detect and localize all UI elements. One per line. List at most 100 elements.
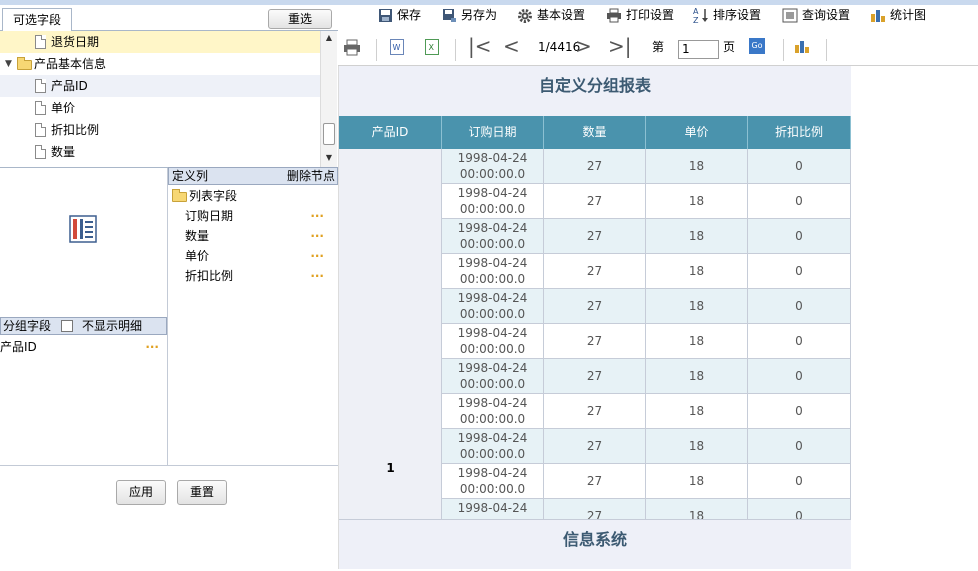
cell-discount: 0 (748, 394, 851, 429)
table-row: 1998-04-24 00:00:00.0 27 18 0 (442, 394, 851, 429)
go-button[interactable]: Go (749, 38, 765, 54)
tab-optional-fields[interactable]: 可选字段 (2, 8, 72, 32)
first-page-button[interactable]: |< (468, 31, 492, 63)
delete-node-button[interactable]: 删除节点 (287, 168, 335, 184)
print-settings-button[interactable]: 打印设置 (606, 5, 674, 27)
cell-order-date: 1998-04-24 00:00:00.0 (442, 464, 544, 499)
divider (783, 39, 784, 61)
scroll-thumb[interactable] (323, 123, 335, 145)
excel-icon: X (425, 39, 439, 55)
tree-item-return-date[interactable]: 退货日期 (0, 31, 320, 53)
report-table-body: 1 1998-04-24 00:00:00.0 27 18 0 1998-04-24 00:… (339, 149, 851, 519)
printer-icon (607, 8, 621, 23)
list-folder[interactable]: 列表字段 (168, 186, 338, 206)
divider (455, 39, 456, 61)
folder-open-icon (17, 57, 32, 70)
tree-item-discount[interactable]: 折扣比例 (0, 119, 320, 141)
hide-detail-label: 不显示明细 (82, 319, 143, 333)
cell-quantity: 27 (544, 254, 646, 289)
column-header-unit-price: 单价 (646, 116, 748, 149)
cell-order-date: 1998-04-24 00:00:00.0 (442, 219, 544, 254)
cell-discount: 0 (748, 254, 851, 289)
group-field-product-id[interactable]: 产品ID ··· (0, 338, 167, 356)
query-settings-button[interactable]: 查询设置 (782, 5, 850, 27)
column-field-unit-price[interactable]: 单价 ··· (168, 246, 338, 266)
page-label-suffix: 页 (723, 40, 736, 54)
column-field-order-date[interactable]: 订购日期 ··· (168, 206, 338, 226)
basic-settings-button[interactable]: 基本设置 (517, 5, 585, 27)
cell-unit-price: 18 (646, 149, 748, 184)
cell-quantity: 27 (544, 324, 646, 359)
scroll-down-arrow-icon[interactable]: ▼ (321, 153, 337, 162)
cell-unit-price: 18 (646, 184, 748, 219)
cell-quantity: 27 (544, 464, 646, 499)
cell-date-line: 1998-04-24 (457, 221, 528, 235)
export-word-button[interactable]: W (390, 31, 404, 63)
more-options-icon[interactable]: ··· (310, 226, 324, 246)
export-excel-button[interactable]: X (425, 31, 439, 63)
column-field-discount[interactable]: 折扣比例 ··· (168, 266, 338, 286)
folder-icon (172, 189, 187, 202)
table-row: 1998-04-24 00:00:00.0 27 18 0 (442, 219, 851, 254)
sort-settings-button[interactable]: A Z 排序设置 (693, 5, 761, 27)
bar-chart-icon (795, 41, 809, 53)
cell-quantity: 27 (544, 429, 646, 464)
cell-date-line: 1998-04-24 (457, 361, 528, 375)
document-icon (35, 35, 46, 49)
tree-item-label: 数量 (51, 145, 76, 159)
cell-time-line: 00:00:00.0 (459, 167, 526, 181)
table-row: 1998-04-24 00:00:00.0 27 18 0 (442, 464, 851, 499)
cell-time-line: 00:00:00.0 (459, 342, 526, 356)
report-designer-window: 可选字段 重选 退货日期 ▼ 产品基本信息 产品ID 单价 折扣比例 数量 ▲ … (0, 0, 978, 571)
tree-item-product-id[interactable]: 产品ID (0, 75, 320, 97)
tree-item-unit-price[interactable]: 单价 (0, 97, 320, 119)
expand-arrow-icon[interactable]: ▼ (5, 53, 12, 75)
cell-discount: 0 (748, 149, 851, 184)
table-row: 1998-04-24 00:00:00.0 27 18 0 (442, 324, 851, 359)
cell-unit-price: 18 (646, 394, 748, 429)
divider (376, 39, 377, 61)
column-field-quantity[interactable]: 数量 ··· (168, 226, 338, 246)
cell-date-line: 1998-04-24 (457, 326, 528, 340)
apply-button[interactable]: 应用 (116, 480, 166, 505)
tree-item-label: 折扣比例 (51, 123, 100, 137)
save-as-button[interactable]: 另存为 (442, 5, 497, 27)
cell-date-line: 1998-04-24 (457, 501, 528, 515)
next-page-button[interactable]: > (575, 31, 592, 63)
svg-text:W: W (393, 43, 401, 52)
statistics-chart-button[interactable]: 统计图 (870, 5, 926, 27)
sort-az-icon: AZ (693, 7, 708, 24)
tree-folder-product-info[interactable]: ▼ 产品基本信息 (0, 53, 320, 75)
svg-text:X: X (429, 43, 435, 52)
tree-item-label: 产品基本信息 (34, 57, 107, 71)
cell-quantity: 27 (544, 359, 646, 394)
page-number-input[interactable]: 1 (678, 40, 719, 59)
prev-page-button[interactable]: < (503, 31, 520, 63)
cell-quantity: 27 (544, 184, 646, 219)
more-options-icon[interactable]: ··· (310, 206, 324, 226)
field-tree: 退货日期 ▼ 产品基本信息 产品ID 单价 折扣比例 数量 (0, 31, 320, 167)
hide-detail-checkbox[interactable] (61, 320, 73, 332)
cell-unit-price: 18 (646, 289, 748, 324)
table-row: 1998-04-24 00:00:00.0 27 18 0 (442, 359, 851, 394)
cell-quantity: 27 (544, 499, 646, 519)
group-field-title: 分组字段 (3, 319, 52, 333)
more-options-icon[interactable]: ··· (310, 266, 324, 286)
cell-order-date: 1998-04-24 00:00:00.0 (442, 394, 544, 429)
scroll-up-arrow-icon[interactable]: ▲ (321, 33, 337, 42)
tree-item-quantity[interactable]: 数量 (0, 141, 320, 163)
print-button[interactable] (343, 31, 361, 63)
last-page-button[interactable]: >| (608, 31, 632, 63)
cell-order-date: 1998-04-24 00:00:00.0 (442, 429, 544, 464)
more-options-icon[interactable]: ··· (145, 338, 159, 356)
table-row: 1998-04-24 00:00:00.0 27 18 0 (442, 289, 851, 324)
tree-scrollbar[interactable]: ▲ ▼ (320, 31, 337, 167)
table-layout-icon[interactable] (69, 215, 97, 243)
chart-button[interactable] (794, 31, 810, 63)
cell-discount: 0 (748, 289, 851, 324)
cell-quantity: 27 (544, 394, 646, 429)
reset-button[interactable]: 重置 (177, 480, 227, 505)
more-options-icon[interactable]: ··· (310, 246, 324, 266)
save-button[interactable]: 保存 (378, 5, 421, 27)
reselect-button[interactable]: 重选 (268, 9, 332, 29)
